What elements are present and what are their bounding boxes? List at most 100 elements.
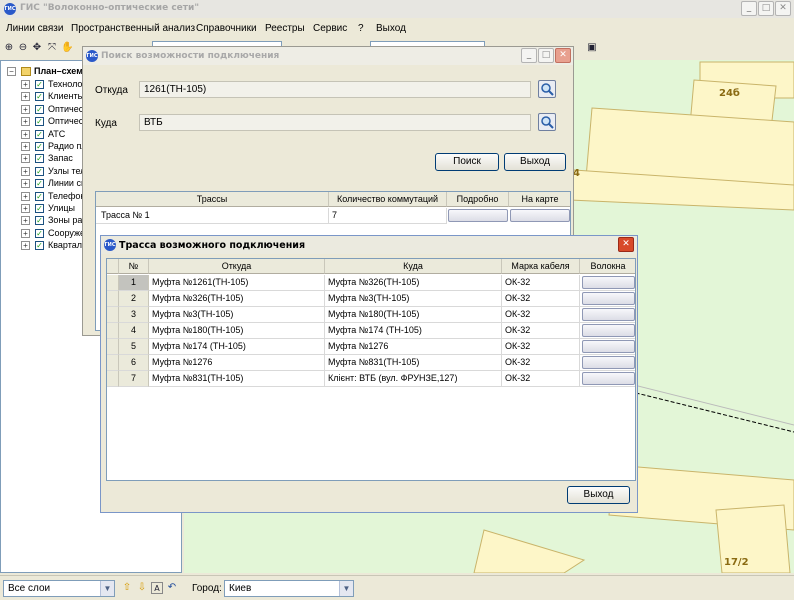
zoom-extent-icon[interactable]: ✥ — [31, 42, 43, 54]
undo-icon[interactable]: ↶ — [166, 582, 178, 594]
row-selector[interactable] — [107, 339, 119, 355]
chevron-down-icon[interactable]: ▼ — [100, 581, 114, 596]
to-cell[interactable]: Муфта №174 (ТН-105) — [325, 323, 502, 339]
column-header-count[interactable]: Количество коммутаций — [329, 192, 447, 207]
layer-checkbox[interactable]: ✓ — [35, 129, 44, 139]
menu-spatial-analysis[interactable]: Пространственный анализ — [71, 23, 195, 34]
fibers-button[interactable] — [582, 340, 635, 353]
chevron-down-icon[interactable]: ▼ — [339, 581, 353, 596]
print-icon[interactable]: ▣ — [586, 42, 598, 54]
column-header-to[interactable]: Куда — [325, 259, 502, 274]
tree-expand-icon[interactable]: + — [21, 191, 30, 201]
tree-expand-icon[interactable]: + — [21, 166, 30, 176]
cable-cell[interactable]: ОК-32 — [502, 355, 580, 371]
layer-checkbox[interactable]: ✓ — [35, 228, 44, 238]
zoom-window-icon[interactable]: ⤧ — [46, 42, 58, 54]
tree-expand-icon[interactable]: + — [21, 104, 30, 114]
layer-checkbox[interactable]: ✓ — [35, 191, 44, 201]
tree-expand-icon[interactable]: + — [21, 142, 30, 151]
row-selector[interactable] — [107, 355, 119, 371]
arrow-down-icon[interactable]: ⇩ — [136, 582, 148, 594]
row-selector[interactable] — [107, 291, 119, 307]
from-cell[interactable]: Муфта №1276 — [149, 355, 325, 371]
row-selector[interactable] — [107, 307, 119, 323]
column-header-from[interactable]: Откуда — [149, 259, 325, 274]
tree-expand-icon[interactable]: + — [21, 228, 30, 238]
minimize-button[interactable]: _ — [741, 1, 757, 16]
from-cell[interactable]: Муфта №326(ТН-105) — [149, 291, 325, 307]
column-header-routes[interactable]: Трассы — [96, 192, 329, 207]
cable-cell[interactable]: ОК-32 — [502, 307, 580, 323]
layer-checkbox[interactable]: ✓ — [35, 166, 44, 176]
layers-select[interactable]: Все слои ▼ — [3, 580, 115, 597]
close-button[interactable]: ✕ — [618, 237, 634, 252]
layer-checkbox[interactable]: ✓ — [35, 104, 44, 114]
row-selector[interactable] — [107, 323, 119, 339]
close-button[interactable]: ✕ — [555, 48, 571, 63]
close-button[interactable]: ✕ — [775, 1, 791, 16]
city-select[interactable]: Киев ▼ — [224, 580, 354, 597]
search-button[interactable]: Поиск — [435, 153, 499, 171]
fibers-button[interactable] — [582, 276, 635, 289]
search-from-button[interactable] — [538, 80, 556, 98]
column-header-on-map[interactable]: На карте — [509, 192, 570, 207]
tree-expand-icon[interactable]: + — [21, 80, 30, 89]
maximize-button[interactable]: □ — [538, 48, 554, 63]
to-cell[interactable]: Клієнт: ВТБ (вул. ФРУНЗЕ,127) — [325, 371, 502, 387]
from-cell[interactable]: Муфта №180(ТН-105) — [149, 323, 325, 339]
route-exit-button[interactable]: Выход — [567, 486, 630, 504]
tree-expand-icon[interactable]: + — [21, 179, 30, 189]
fibers-button[interactable] — [582, 356, 635, 369]
menu-communication-lines[interactable]: Линии связи — [6, 23, 63, 34]
column-header-fibers[interactable]: Волокна — [580, 259, 635, 274]
tree-expand-icon[interactable]: + — [21, 216, 30, 226]
pan-hand-icon[interactable]: ✋ — [61, 42, 73, 54]
menu-exit[interactable]: Выход — [376, 23, 406, 34]
tree-expand-icon[interactable]: + — [21, 204, 30, 213]
to-cell[interactable]: Муфта №326(ТН-105) — [325, 275, 502, 291]
route-name-cell[interactable]: Трасса № 1 — [96, 208, 329, 224]
zoom-out-icon[interactable]: ⊖ — [17, 42, 29, 54]
layer-checkbox[interactable]: ✓ — [35, 179, 44, 189]
tree-expand-icon[interactable]: + — [21, 154, 30, 164]
tree-collapse-icon[interactable]: − — [7, 67, 16, 76]
from-cell[interactable]: Муфта №1261(ТН-105) — [149, 275, 325, 291]
row-selector[interactable] — [107, 275, 119, 291]
column-header-details[interactable]: Подробно — [447, 192, 509, 207]
menu-registers[interactable]: Реестры — [265, 23, 305, 34]
from-cell[interactable]: Муфта №831(ТН-105) — [149, 371, 325, 387]
layer-checkbox[interactable]: ✓ — [35, 92, 44, 102]
fibers-button[interactable] — [582, 372, 635, 385]
cable-cell[interactable]: ОК-32 — [502, 275, 580, 291]
to-field[interactable]: ВТБ — [139, 114, 531, 131]
to-cell[interactable]: Муфта №1276 — [325, 339, 502, 355]
zoom-in-icon[interactable]: ⊕ — [3, 42, 15, 54]
minimize-button[interactable]: _ — [521, 48, 537, 63]
column-header-cable[interactable]: Марка кабеля — [502, 259, 580, 274]
layer-checkbox[interactable]: ✓ — [35, 154, 44, 164]
show-on-map-button[interactable] — [510, 209, 570, 222]
search-exit-button[interactable]: Выход — [504, 153, 566, 171]
cable-cell[interactable]: ОК-32 — [502, 323, 580, 339]
tree-expand-icon[interactable]: + — [21, 117, 30, 127]
maximize-button[interactable]: □ — [758, 1, 774, 16]
layer-checkbox[interactable]: ✓ — [35, 204, 44, 213]
layer-checkbox[interactable]: ✓ — [35, 80, 44, 89]
fibers-button[interactable] — [582, 308, 635, 321]
menu-service[interactable]: Сервис — [313, 23, 347, 34]
row-selector[interactable] — [107, 371, 119, 387]
to-cell[interactable]: Муфта №3(ТН-105) — [325, 291, 502, 307]
menu-references[interactable]: Справочники — [196, 23, 257, 34]
layer-checkbox[interactable]: ✓ — [35, 117, 44, 127]
arrow-up-icon[interactable]: ⇧ — [121, 582, 133, 594]
details-button[interactable] — [448, 209, 508, 222]
tree-expand-icon[interactable]: + — [21, 92, 30, 102]
column-header-number[interactable]: № — [119, 259, 149, 274]
fibers-button[interactable] — [582, 324, 635, 337]
menu-help[interactable]: ? — [358, 23, 364, 34]
cable-cell[interactable]: ОК-32 — [502, 371, 580, 387]
tree-expand-icon[interactable]: + — [21, 129, 30, 139]
layer-checkbox[interactable]: ✓ — [35, 142, 44, 151]
cable-cell[interactable]: ОК-32 — [502, 339, 580, 355]
search-to-button[interactable] — [538, 113, 556, 131]
